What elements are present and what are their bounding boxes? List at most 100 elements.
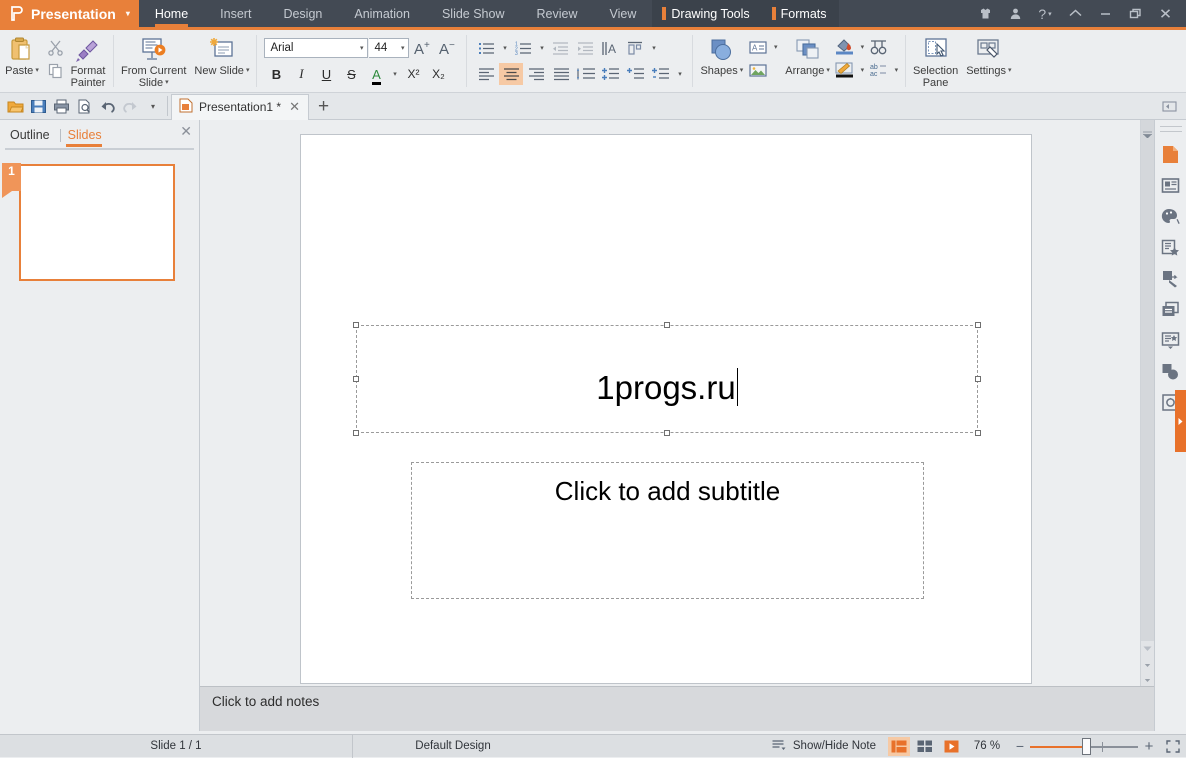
tab-insert[interactable]: Insert (204, 0, 267, 27)
document-tab[interactable]: Presentation1 * ✕ (171, 93, 309, 120)
subscript-button[interactable]: X₂ (426, 63, 450, 85)
open-icon[interactable] (4, 95, 26, 117)
slide-setup-icon[interactable] (1158, 141, 1184, 167)
tab-animation[interactable]: Animation (338, 0, 426, 27)
new-document-tab-button[interactable]: + (309, 97, 338, 116)
tab-design[interactable]: Design (267, 0, 338, 27)
settings-caret-icon[interactable]: ▾ (1008, 67, 1012, 74)
app-brand[interactable]: Presentation ▾ (0, 0, 139, 27)
shape-fill-caret-icon[interactable]: ▾ (857, 43, 868, 51)
notes-field[interactable]: Click to add notes (212, 693, 1114, 727)
copy-button[interactable] (44, 59, 66, 81)
list-level-caret-icon[interactable]: ▾ (674, 70, 685, 78)
close-icon[interactable] (1151, 0, 1179, 27)
numbering-caret-icon[interactable]: ▾ (536, 44, 547, 52)
cut-button[interactable] (44, 36, 66, 58)
align-left-button[interactable] (474, 63, 498, 85)
collapse-panel-button[interactable] (1140, 120, 1154, 148)
new-slide-button[interactable]: New Slide ▾ (190, 32, 253, 77)
bullets-button[interactable] (474, 37, 498, 59)
increase-indent-button[interactable] (573, 37, 597, 59)
minimize-icon[interactable] (1091, 0, 1119, 27)
align-text-vertical-button[interactable] (623, 37, 647, 59)
justify-button[interactable] (549, 63, 573, 85)
title-placeholder[interactable]: 1progs.ru (353, 322, 981, 436)
find-button[interactable] (868, 36, 890, 58)
align-right-button[interactable] (524, 63, 548, 85)
new-slide-caret-icon[interactable]: ▾ (246, 67, 250, 74)
tab-view[interactable]: View (594, 0, 653, 27)
save-icon[interactable] (27, 95, 49, 117)
template-star-icon[interactable] (1158, 327, 1184, 353)
decrease-indent-button[interactable] (548, 37, 572, 59)
shapes-caret-icon[interactable]: ▾ (740, 67, 744, 74)
window-arrange-icon[interactable] (1158, 296, 1184, 322)
slide-canvas-area[interactable]: 1progs.ru Click to add subtitle (200, 120, 1154, 686)
numbering-button[interactable]: 123 (511, 37, 535, 59)
zoom-slider[interactable] (1030, 737, 1138, 756)
tab-slide-show[interactable]: Slide Show (426, 0, 521, 27)
text-box-button[interactable]: A (747, 36, 769, 58)
chevron-down-icon[interactable]: ▾ (360, 44, 364, 52)
redo-icon[interactable] (119, 95, 141, 117)
normal-view-icon[interactable] (888, 736, 910, 756)
document-tab-close-icon[interactable]: ✕ (287, 99, 302, 115)
close-panel-icon[interactable]: ✕ (180, 123, 192, 140)
slide-canvas[interactable]: 1progs.ru Click to add subtitle (300, 134, 1032, 684)
align-center-button[interactable] (499, 63, 524, 85)
notes-pane[interactable]: Click to add notes (200, 686, 1154, 731)
zoom-level[interactable]: 76 % (964, 735, 1010, 758)
tab-home[interactable]: Home (139, 0, 204, 27)
next-slide-button[interactable] (1141, 671, 1155, 686)
italic-button[interactable]: I (289, 63, 313, 85)
resize-handle-e[interactable] (975, 376, 981, 382)
chevron-down-icon[interactable]: ▾ (401, 44, 405, 52)
shape-style-icon[interactable] (1158, 358, 1184, 384)
text-direction-button[interactable]: A (598, 37, 622, 59)
shrink-font-button[interactable]: A − (435, 37, 459, 59)
superscript-button[interactable]: X² (401, 63, 425, 85)
settings-button[interactable]: Settings ▾ (962, 32, 1015, 77)
tab-review[interactable]: Review (521, 0, 594, 27)
arrange-button[interactable]: Arrange ▾ (781, 32, 834, 77)
from-current-slide-caret-icon[interactable]: ▾ (165, 79, 169, 86)
customize-qat-button[interactable]: ▾ (142, 95, 164, 117)
resize-handle-s[interactable] (664, 430, 670, 436)
arrange-caret-icon[interactable]: ▾ (826, 67, 830, 74)
bold-button[interactable]: B (264, 63, 288, 85)
shape-outline-button[interactable] (834, 59, 856, 81)
resize-handle-nw[interactable] (353, 322, 359, 328)
format-painter-button[interactable]: Format Painter (66, 32, 110, 89)
slide-layout-icon[interactable] (1158, 172, 1184, 198)
replace-caret-icon[interactable]: ▾ (891, 66, 902, 74)
paste-caret-icon[interactable]: ▾ (35, 67, 39, 74)
print-preview-icon[interactable] (73, 95, 95, 117)
text-box-caret-icon[interactable]: ▾ (770, 43, 781, 51)
resize-handle-w[interactable] (353, 376, 359, 382)
restore-icon[interactable] (1121, 0, 1149, 27)
skin-icon[interactable] (971, 0, 999, 27)
slide-thumbnail-1[interactable]: 1 (2, 163, 175, 281)
increase-paragraph-spacing-button[interactable] (599, 63, 623, 85)
panel-tab-slides[interactable]: Slides (65, 128, 110, 147)
slide-sorter-icon[interactable] (914, 737, 936, 756)
design-palette-icon[interactable] (1158, 203, 1184, 229)
show-hide-note-button[interactable]: Show/Hide Note (772, 735, 886, 758)
scrollbar-track[interactable] (1140, 148, 1154, 641)
user-account-icon[interactable] (1001, 0, 1029, 27)
shapes-button[interactable]: Shapes ▾ (696, 32, 747, 77)
align-text-caret-icon[interactable]: ▾ (648, 44, 659, 52)
canvas-vertical-scrollbar[interactable] (1140, 120, 1154, 686)
font-color-caret-icon[interactable]: ▾ (389, 70, 400, 78)
previous-slide-button[interactable] (1141, 656, 1155, 671)
font-color-button[interactable]: A (364, 63, 388, 85)
from-current-slide-button[interactable]: From Current Slide ▾ (117, 32, 190, 89)
resize-handle-sw[interactable] (353, 430, 359, 436)
resize-handle-se[interactable] (975, 430, 981, 436)
zoom-slider-knob[interactable] (1082, 737, 1091, 755)
insert-object-icon[interactable] (1158, 265, 1184, 291)
title-text[interactable]: 1progs.ru (596, 368, 738, 406)
selection-pane-button[interactable]: Selection Pane (909, 32, 962, 89)
line-spacing-button[interactable] (574, 63, 598, 85)
shape-fill-button[interactable] (834, 36, 856, 58)
